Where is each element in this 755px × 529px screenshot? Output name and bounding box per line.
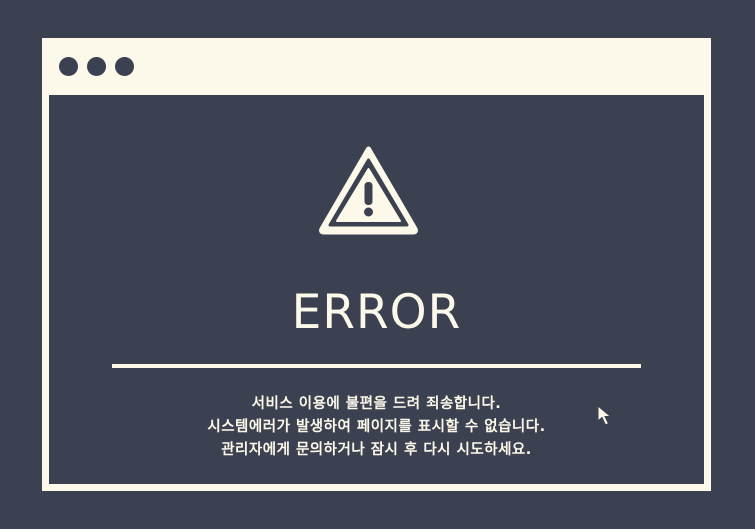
window-control-dot[interactable]	[115, 57, 134, 76]
divider	[112, 364, 641, 368]
window-control-dot[interactable]	[59, 57, 78, 76]
error-title: ERROR	[291, 285, 462, 340]
window-control-dot[interactable]	[87, 57, 106, 76]
error-message-line: 관리자에게 문의하거나 잠시 후 다시 시도하세요.	[221, 442, 532, 458]
mouse-pointer-icon	[597, 405, 612, 426]
warning-icon	[319, 146, 418, 235]
window-titlebar	[42, 38, 711, 94]
error-message: 서비스 이용에 불편을 드려 죄송합니다. 시스템에러가 발생하여 페이지를 표시…	[49, 393, 704, 462]
